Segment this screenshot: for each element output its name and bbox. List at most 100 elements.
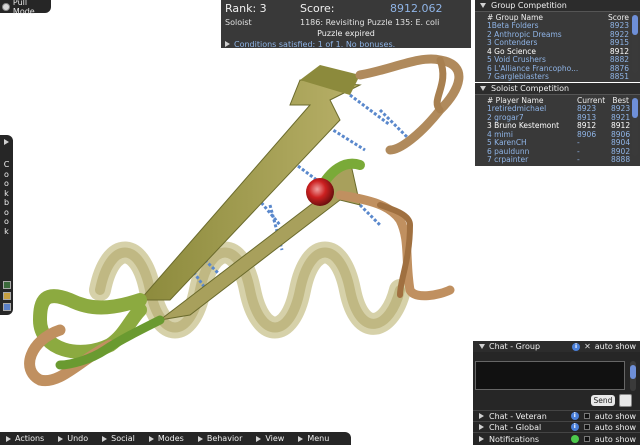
- group-score-header: Score: [607, 13, 629, 22]
- player-row[interactable]: 1retiredmichael 8923 8923: [475, 105, 640, 114]
- auto-show-checkbox[interactable]: [583, 436, 590, 442]
- menu-modes[interactable]: Modes: [148, 434, 184, 443]
- player-row[interactable]: 7 crpainter - 8888: [475, 156, 640, 165]
- score-panel: Rank: 3 Score: 8912.062 Soloist 1186: Re…: [221, 0, 471, 49]
- auto-show-label: auto show: [594, 434, 636, 444]
- menu-social[interactable]: Social: [102, 434, 135, 443]
- cookbook-letter: o: [4, 217, 9, 226]
- group-name: 1Beta Folders: [487, 22, 539, 30]
- collapse-arrow-icon: [480, 3, 486, 8]
- player-row[interactable]: 4 mimi 8906 8906: [475, 131, 640, 140]
- chat-global-title: Chat - Global: [489, 422, 542, 432]
- group-row[interactable]: 4 Go Science 8912: [475, 48, 640, 57]
- chat-scrollbar[interactable]: [630, 361, 636, 391]
- group-competition-title: Group Competition: [491, 1, 567, 10]
- chat-global-bar[interactable]: Chat - Global i auto show: [473, 421, 640, 432]
- group-row[interactable]: 1Beta Folders 8923: [475, 22, 640, 31]
- auto-show-checkbox[interactable]: [583, 424, 590, 430]
- group-scrollbar[interactable]: [632, 13, 638, 73]
- current-header: Current: [577, 96, 606, 105]
- notification-status-icon[interactable]: [570, 435, 579, 443]
- group-name: 7 Gargleblasters: [487, 73, 549, 81]
- menu-arrow-icon: [298, 435, 304, 442]
- player-name: 2 grogar7: [487, 113, 524, 122]
- recipe-icon[interactable]: [2, 281, 11, 289]
- auto-show-label: auto show: [594, 342, 636, 351]
- cookbook-letter: k: [4, 188, 9, 198]
- puzzle-status: Puzzle expired: [317, 29, 375, 38]
- player-current: 8913: [577, 113, 597, 122]
- chat-group-title: Chat - Group: [489, 342, 541, 351]
- chat-group-input[interactable]: [475, 361, 625, 390]
- pull-mode-label: Pull Mode: [12, 0, 35, 16]
- player-row[interactable]: 3 Bruno Kestemont 8912 8912: [475, 122, 640, 131]
- menu-undo[interactable]: Undo: [58, 434, 88, 443]
- player-current: -: [577, 139, 580, 147]
- cookbook-letter: C: [3, 160, 10, 169]
- auto-show-label: auto show: [594, 422, 636, 432]
- player-best: 8902: [611, 147, 631, 156]
- pull-mode-icon: [2, 2, 10, 11]
- group-competition-header[interactable]: Group Competition: [475, 0, 640, 12]
- player-row[interactable]: 6 pauldunn - 8902: [475, 148, 640, 157]
- menu-actions[interactable]: Actions: [6, 434, 44, 443]
- menu-view[interactable]: View: [256, 434, 284, 443]
- player-best: 8906: [611, 130, 631, 139]
- bottom-menu-bar: Actions Undo Social Modes Behavior View Menu: [0, 432, 351, 445]
- info-icon[interactable]: i: [570, 412, 579, 420]
- menu-label: Undo: [67, 434, 89, 443]
- cookbook-tab[interactable]: Cookbook: [0, 135, 13, 315]
- rank-label: Rank: 3: [225, 2, 267, 15]
- chat-group-panel: Chat - Group i ✕ auto show Send: [473, 341, 640, 410]
- group-row[interactable]: 7 Gargleblasters 8851: [475, 73, 640, 82]
- group-row[interactable]: 3 Contenders 8915: [475, 39, 640, 48]
- info-icon[interactable]: i: [570, 423, 579, 431]
- expand-arrow-icon: [479, 413, 484, 419]
- player-row[interactable]: 5 KarenCH - 8904: [475, 139, 640, 148]
- player-current: -: [577, 147, 580, 156]
- cookbook-letter: k: [4, 226, 9, 236]
- soloist-scrollbar[interactable]: [632, 96, 638, 156]
- player-best: 8921: [611, 113, 631, 122]
- group-score: 8876: [609, 64, 629, 73]
- player-row[interactable]: 2 grogar7 8913 8921: [475, 114, 640, 123]
- cookbook-letter: o: [4, 207, 9, 217]
- script-icon[interactable]: [2, 303, 11, 311]
- close-icon[interactable]: ✕: [584, 342, 591, 351]
- menu-arrow-icon: [148, 435, 154, 442]
- ligand-sphere: [306, 178, 334, 206]
- group-row[interactable]: 6 L'Alliance Francopho... 8876: [475, 65, 640, 74]
- menu-menu[interactable]: Menu: [298, 434, 329, 443]
- menu-behavior[interactable]: Behavior: [197, 434, 243, 443]
- menu-label: Behavior: [206, 434, 243, 443]
- player-best: 8912: [611, 122, 631, 130]
- history-clock-icon[interactable]: [619, 394, 632, 407]
- group-row[interactable]: 2 Anthropic Dreams 8922: [475, 31, 640, 40]
- send-button[interactable]: Send: [591, 395, 615, 406]
- player-best: 8904: [611, 139, 631, 147]
- player-current: 8912: [577, 122, 597, 130]
- expand-arrow-icon: [225, 41, 230, 47]
- group-row[interactable]: 5 Void Crushers 8882: [475, 56, 640, 65]
- chat-veteran-bar[interactable]: Chat - Veteran i auto show: [473, 410, 640, 421]
- folder-icon[interactable]: [2, 292, 11, 300]
- score-label: Score:: [300, 2, 335, 15]
- group-scroll-thumb[interactable]: [632, 15, 638, 35]
- menu-arrow-icon: [256, 435, 262, 442]
- group-name: 5 Void Crushers: [487, 56, 546, 64]
- group-name: 4 Go Science: [487, 47, 537, 56]
- menu-label: Modes: [157, 434, 184, 443]
- notifications-bar[interactable]: Notifications auto show: [473, 432, 640, 445]
- player-current: -: [577, 156, 580, 164]
- soloist-scroll-thumb[interactable]: [632, 98, 638, 118]
- conditions-toggle[interactable]: Conditions satisfied: 1 of 1. No bonuses…: [225, 39, 467, 49]
- collapse-arrow-icon[interactable]: [479, 344, 485, 349]
- menu-label: Actions: [15, 434, 45, 443]
- chat-scroll-thumb[interactable]: [630, 365, 636, 379]
- info-icon[interactable]: i: [572, 342, 581, 351]
- soloist-competition-header[interactable]: Soloist Competition: [475, 83, 640, 95]
- pull-mode-toggle[interactable]: Pull Mode: [0, 0, 51, 16]
- auto-show-checkbox[interactable]: [583, 413, 590, 419]
- group-score: 8912: [609, 47, 629, 56]
- conditions-text: Conditions satisfied: 1 of 1. No bonuses…: [234, 39, 396, 49]
